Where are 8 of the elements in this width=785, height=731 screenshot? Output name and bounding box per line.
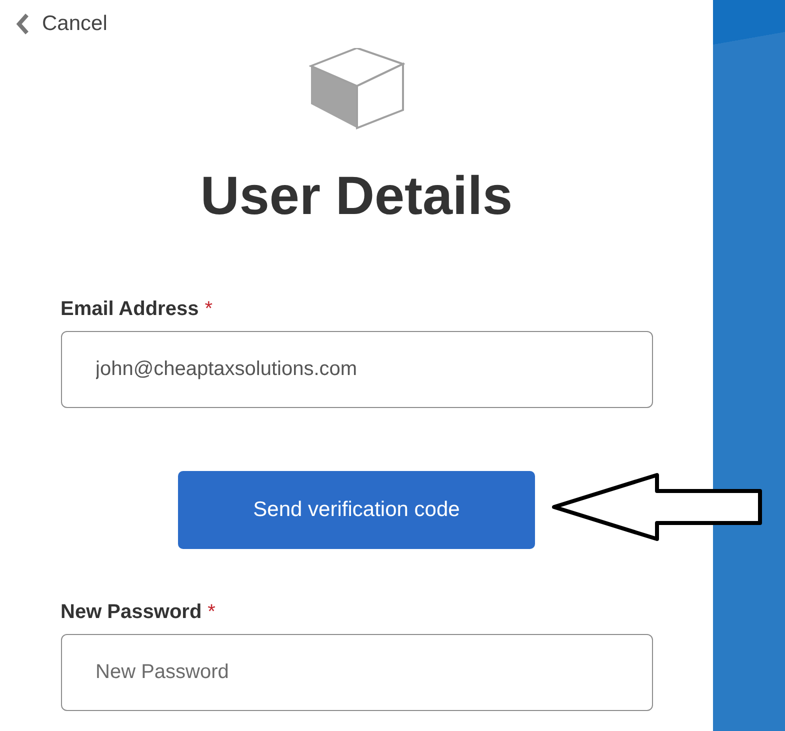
field-label: New Password * bbox=[60, 601, 216, 624]
send-code-button[interactable]: Send verification code bbox=[178, 471, 535, 549]
input-field[interactable]: New Password bbox=[60, 634, 652, 711]
chevron-left-icon bbox=[16, 13, 30, 35]
cancel-link[interactable]: Cancel bbox=[16, 12, 108, 36]
field-label: Email Address * bbox=[60, 298, 214, 321]
cube-icon bbox=[308, 48, 404, 130]
page-title: User Details bbox=[200, 165, 513, 228]
